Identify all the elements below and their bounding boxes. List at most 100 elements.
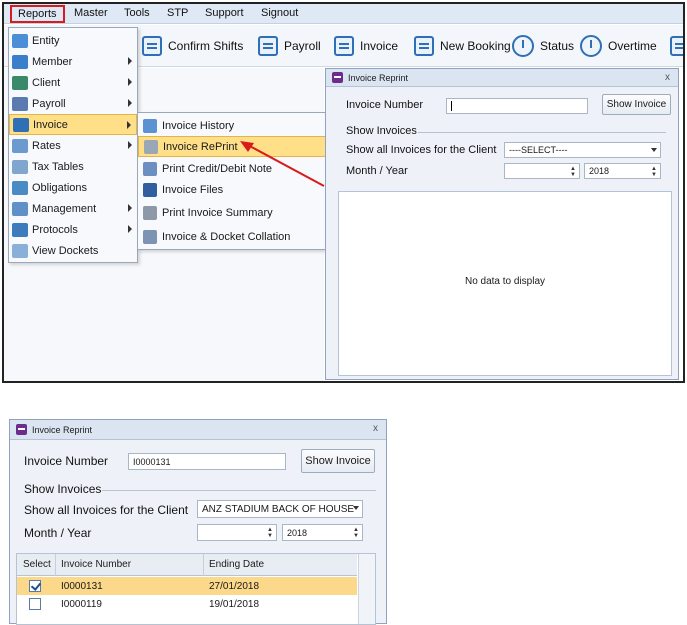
entity-icon (12, 33, 28, 48)
chevron-down-icon (353, 506, 359, 510)
show-invoice-button[interactable]: Show Invoice (301, 449, 375, 473)
close-icon[interactable]: x (665, 72, 670, 83)
confirm-shifts-button[interactable]: Confirm Shifts (142, 33, 243, 59)
row-checkbox[interactable] (29, 580, 41, 592)
submenu-label: Print Invoice Summary (162, 206, 273, 219)
client-select[interactable]: ----SELECT---- (504, 142, 661, 158)
tax-tables-icon (12, 159, 28, 174)
payroll-button[interactable]: Payroll (258, 33, 321, 59)
column-header-invoice-number[interactable]: Invoice Number (61, 554, 131, 576)
chevron-right-icon (128, 204, 132, 212)
month-input[interactable]: ▲ ▼ (197, 524, 277, 541)
printer-icon (143, 161, 157, 176)
menu-item-member[interactable]: Member (9, 51, 137, 72)
menu-tools[interactable]: Tools (124, 7, 150, 19)
booking-icon (414, 36, 434, 56)
month-input[interactable]: ▲ ▼ (504, 163, 580, 179)
protocols-icon (12, 222, 28, 237)
row-ending-date: 19/01/2018 (209, 598, 260, 610)
status-button[interactable]: Status (512, 33, 574, 59)
invoice-icon (13, 117, 29, 132)
menu-signout[interactable]: Signout (261, 7, 298, 19)
year-input[interactable]: 2018 ▲ ▼ (584, 163, 661, 179)
management-icon (12, 201, 28, 216)
submenu-print-invoice-summary[interactable]: Print Invoice Summary (138, 202, 328, 223)
menu-support[interactable]: Support (205, 7, 244, 19)
table-row[interactable]: I0000119 19/01/2018 (17, 595, 357, 613)
menu-master[interactable]: Master (74, 7, 108, 19)
menu-item-management[interactable]: Management (9, 198, 137, 219)
spinner-icon[interactable]: ▲ ▼ (353, 527, 359, 539)
show-invoices-group-label: Show Invoices (346, 125, 417, 137)
invoice-reprint-window-filled: Invoice Reprint x Invoice Number I000013… (9, 419, 387, 625)
menu-item-view-dockets[interactable]: View Dockets (9, 240, 137, 261)
spinner-icon[interactable]: ▲ ▼ (570, 166, 576, 178)
clock-icon (512, 35, 534, 57)
menu-stp[interactable]: STP (167, 7, 188, 19)
overtime-button[interactable]: Overtime (580, 33, 657, 59)
menu-item-label: Client (32, 76, 61, 89)
menu-item-label: Obligations (32, 181, 88, 194)
window-titlebar[interactable]: Invoice Reprint x (10, 420, 386, 440)
new-booking-label: New Booking (440, 39, 511, 53)
show-invoice-button[interactable]: Show Invoice (602, 94, 671, 115)
grid-header: Select Invoice Number Ending Date (17, 554, 357, 576)
invoice-number-label: Invoice Number (24, 454, 109, 468)
column-divider (55, 554, 56, 576)
payroll-icon (258, 36, 278, 56)
chevron-right-icon (128, 78, 132, 86)
reports-dropdown: Entity Member Client Payroll Invoice Rat… (8, 27, 138, 263)
menu-item-client[interactable]: Client (9, 72, 137, 93)
invoice-icon (334, 36, 354, 56)
menu-item-rates[interactable]: Rates (9, 135, 137, 156)
chevron-right-icon (127, 121, 131, 129)
year-input[interactable]: 2018 ▲ ▼ (282, 524, 363, 541)
row-checkbox[interactable] (29, 598, 41, 610)
member-icon (12, 54, 28, 69)
table-row[interactable]: I0000131 27/01/2018 (17, 577, 357, 595)
dockets-icon (12, 243, 28, 258)
year-value: 2018 (589, 166, 610, 176)
new-booking-button[interactable]: New Booking (414, 33, 511, 59)
menu-item-obligations[interactable]: Obligations (9, 177, 137, 198)
client-select[interactable]: ANZ STADIUM BACK OF HOUSE (197, 500, 363, 518)
invoice-button[interactable]: Invoice (334, 33, 398, 59)
menu-item-protocols[interactable]: Protocols (9, 219, 137, 240)
calendar-icon (142, 36, 162, 56)
submenu-invoice-history[interactable]: Invoice History (138, 115, 328, 136)
submenu-label: Invoice History (162, 119, 235, 132)
printer-icon (143, 205, 157, 220)
annotation-arrow-icon (240, 141, 325, 187)
rates-icon (12, 138, 28, 153)
menu-item-payroll[interactable]: Payroll (9, 93, 137, 114)
submenu-label: Invoice Files (162, 183, 224, 196)
column-header-select[interactable]: Select (23, 554, 51, 576)
month-year-label: Month / Year (24, 526, 92, 540)
spinner-icon[interactable]: ▲ ▼ (651, 166, 657, 178)
window-titlebar[interactable]: Invoice Reprint x (326, 69, 678, 87)
close-icon[interactable]: x (373, 423, 378, 434)
menu-item-invoice[interactable]: Invoice (9, 114, 137, 135)
show-invoices-group-label: Show Invoices (24, 482, 102, 496)
submenu-invoice-docket-collation[interactable]: Invoice & Docket Collation (138, 226, 328, 247)
menu-reports[interactable]: Reports (10, 5, 65, 23)
dollar-clock-icon (580, 35, 602, 57)
user-icon[interactable] (670, 36, 683, 56)
column-header-ending-date[interactable]: Ending Date (209, 554, 264, 576)
row-invoice-number: I0000131 (61, 580, 103, 592)
menu-item-entity[interactable]: Entity (9, 30, 137, 51)
column-divider (203, 554, 204, 576)
spinner-icon[interactable]: ▲ ▼ (267, 527, 273, 539)
menu-item-label: View Dockets (32, 244, 99, 257)
main-app-screenshot: Reports Master Tools STP Support Signout… (2, 2, 685, 383)
confirm-shifts-label: Confirm Shifts (168, 39, 244, 53)
menu-item-label: Management (32, 202, 97, 215)
menu-item-tax-tables[interactable]: Tax Tables (9, 156, 137, 177)
app-icon (332, 72, 343, 83)
grid-scrollbar[interactable] (358, 554, 375, 624)
payroll-icon (12, 96, 28, 111)
client-select-value: ----SELECT---- (509, 145, 568, 155)
invoice-number-input[interactable] (446, 98, 588, 114)
invoice-number-input[interactable]: I0000131 (128, 453, 286, 470)
text-cursor (451, 101, 452, 111)
